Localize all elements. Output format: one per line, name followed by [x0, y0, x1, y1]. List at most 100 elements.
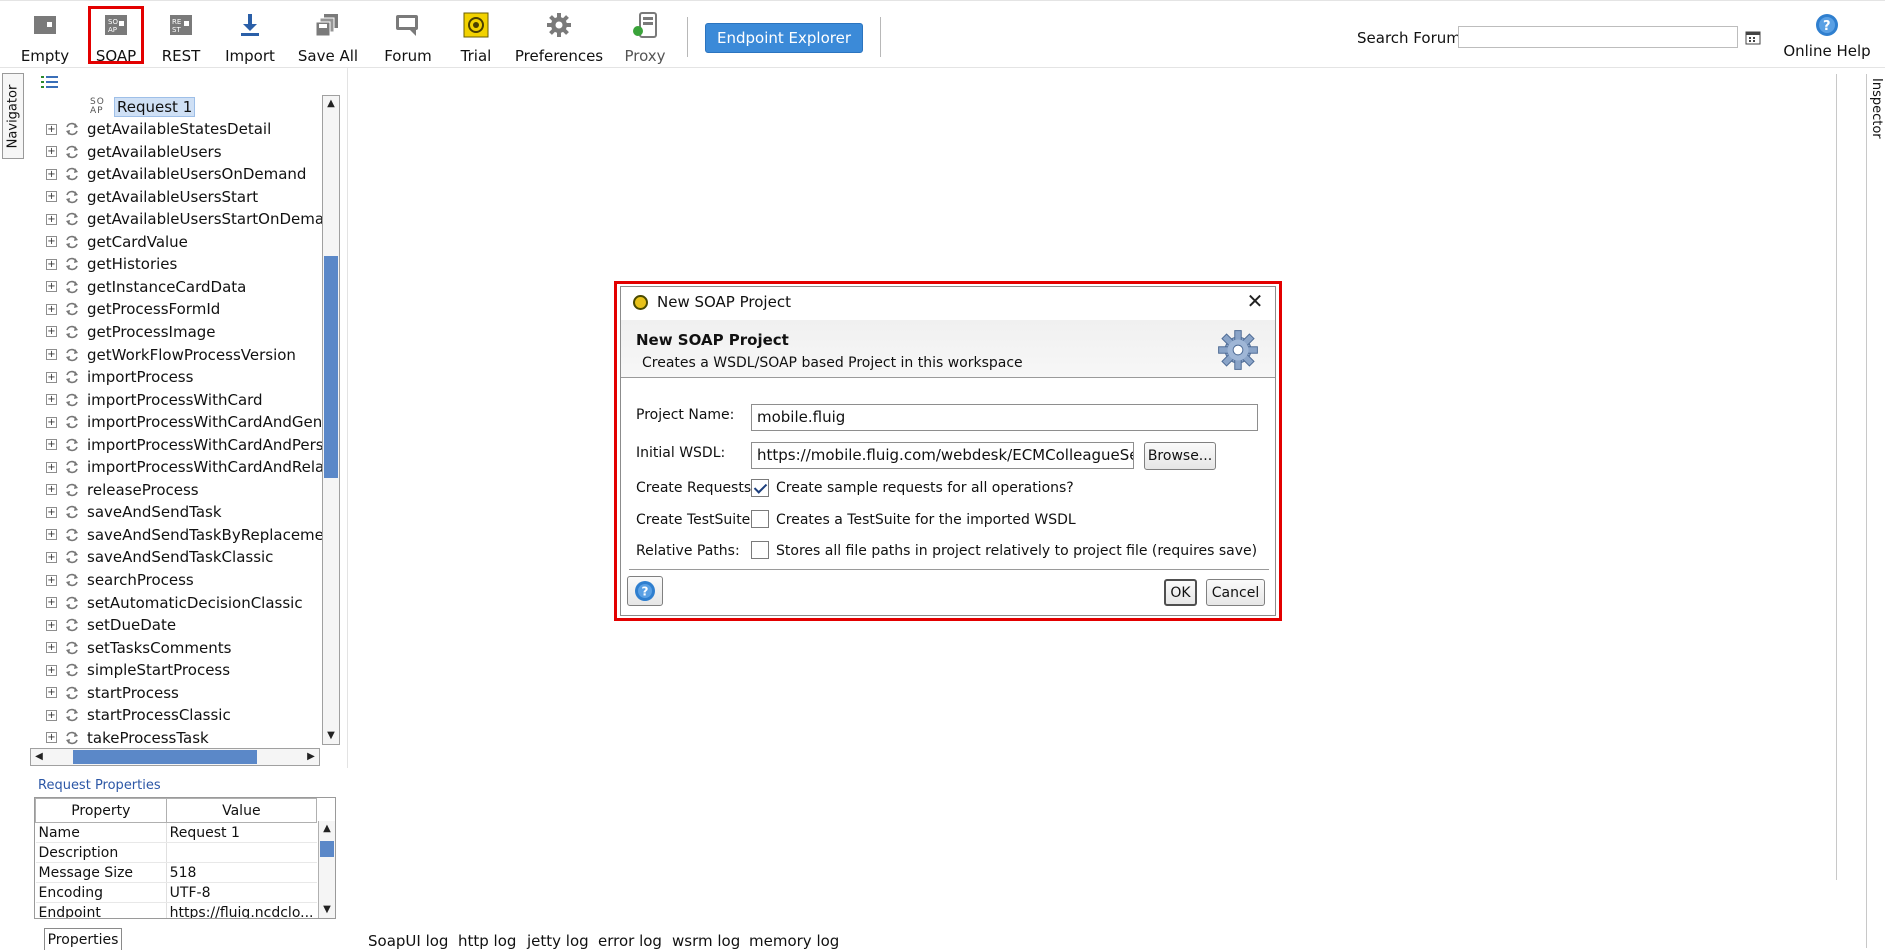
tree-operation-row[interactable]: + startProcessClassic — [30, 704, 231, 726]
expand-icon[interactable]: + — [46, 303, 57, 315]
tree-operation-row[interactable]: + getAvailableUsersStartOnDemand — [30, 208, 322, 230]
tree-operation-row[interactable]: + getAvailableStatesDetail — [30, 118, 271, 140]
tree-operation-row[interactable]: + importProcessWithCardAndGenera — [30, 411, 322, 433]
tree-operation-row[interactable]: + getAvailableUsersOnDemand — [30, 163, 306, 185]
expand-icon[interactable]: + — [46, 574, 57, 586]
scroll-right-icon[interactable]: ▶ — [303, 749, 319, 765]
expand-icon[interactable]: + — [46, 529, 57, 541]
property-row[interactable]: Encoding UTF-8 — [35, 882, 317, 903]
expand-icon[interactable]: + — [46, 168, 57, 180]
tree-operation-row[interactable]: + getProcessImage — [30, 321, 216, 343]
expand-icon[interactable]: + — [46, 484, 57, 496]
tree-operation-row[interactable]: + importProcessWithCardAndPersiste — [30, 434, 322, 456]
scroll-down-icon[interactable]: ▼ — [319, 902, 335, 918]
scrollbar-thumb[interactable] — [73, 750, 257, 764]
scrollbar-thumb[interactable] — [320, 841, 334, 857]
expand-icon[interactable]: + — [46, 349, 57, 360]
property-row[interactable]: Message Size 518 — [35, 862, 317, 883]
tree-operation-row[interactable]: + saveAndSendTaskByReplacement — [30, 524, 322, 546]
tree-operation-row[interactable]: + setAutomaticDecisionClassic — [30, 592, 303, 614]
project-name-field[interactable]: mobile.fluig — [751, 404, 1258, 431]
property-value[interactable] — [166, 842, 317, 863]
forum-button[interactable]: Forum — [382, 7, 434, 65]
property-value[interactable]: 518 — [166, 862, 317, 883]
scroll-left-icon[interactable]: ◀ — [31, 749, 47, 765]
expand-icon[interactable]: + — [46, 664, 57, 676]
property-value[interactable]: Request 1 — [166, 822, 317, 843]
tree-horizontal-scrollbar[interactable]: ◀ ▶ — [30, 748, 320, 766]
log-tab-soapui[interactable]: SoapUI log — [368, 932, 448, 950]
column-header-property[interactable]: Property — [35, 798, 167, 823]
expand-icon[interactable]: + — [46, 551, 57, 563]
create-testsuite-checkbox[interactable] — [751, 510, 769, 528]
import-button[interactable]: Import — [222, 7, 278, 65]
expand-icon[interactable]: + — [46, 123, 57, 135]
trial-button[interactable]: Trial — [456, 7, 496, 65]
expand-icon[interactable]: + — [46, 709, 57, 721]
rest-button[interactable]: RE ST REST — [155, 7, 207, 65]
expand-icon[interactable]: + — [46, 371, 57, 383]
properties-tab[interactable]: Properties — [44, 928, 122, 950]
tree-operation-row[interactable]: + takeProcessTask — [30, 727, 209, 745]
property-row[interactable]: Endpoint https://fluig.ncdclo... — [35, 902, 317, 918]
create-requests-checkbox[interactable] — [751, 479, 769, 497]
navigator-tab[interactable]: Navigator — [2, 73, 24, 159]
tree-operation-row[interactable]: + importProcess — [30, 366, 193, 388]
expand-icon[interactable]: + — [46, 461, 57, 473]
search-go-icon[interactable] — [1745, 30, 1761, 45]
tree-operation-row[interactable]: + simpleStartProcess — [30, 659, 230, 681]
endpoint-explorer-button[interactable]: Endpoint Explorer — [705, 23, 863, 53]
tree-request-row[interactable]: SO AP Request 1 — [90, 97, 196, 117]
expand-icon[interactable]: + — [46, 326, 57, 338]
preferences-button[interactable]: Preferences — [515, 7, 603, 65]
column-header-value[interactable]: Value — [165, 798, 318, 823]
log-tab-http[interactable]: http log — [458, 932, 516, 950]
tree-operation-row[interactable]: + startProcess — [30, 682, 179, 704]
log-tab-memory[interactable]: memory log — [749, 932, 839, 950]
cancel-button[interactable]: Cancel — [1206, 579, 1265, 606]
save-all-button[interactable]: Save All — [297, 7, 359, 65]
tree-operation-row[interactable]: + getHistories — [30, 253, 177, 275]
expand-icon[interactable]: + — [46, 146, 57, 158]
log-tab-error[interactable]: error log — [598, 932, 662, 950]
expand-icon[interactable]: + — [46, 506, 57, 518]
log-tab-jetty[interactable]: jetty log — [527, 932, 589, 950]
property-row[interactable]: Name Request 1 — [35, 822, 317, 843]
dialog-help-button[interactable]: ? — [627, 576, 663, 606]
expand-icon[interactable]: + — [46, 394, 57, 406]
browse-button[interactable]: Browse... — [1144, 442, 1216, 470]
empty-button[interactable]: Empty — [20, 7, 70, 65]
tree-operation-row[interactable]: + getInstanceCardData — [30, 276, 246, 298]
expand-icon[interactable]: + — [46, 191, 57, 203]
initial-wsdl-field[interactable]: https://mobile.fluig.com/webdesk/ECMColl… — [751, 442, 1134, 469]
tree-operation-row[interactable]: + setDueDate — [30, 614, 176, 636]
property-value[interactable]: https://fluig.ncdclo... — [166, 902, 317, 918]
expand-icon[interactable]: + — [46, 732, 57, 744]
expand-icon[interactable]: + — [46, 642, 57, 654]
tree-operation-row[interactable]: + importProcessWithCard — [30, 389, 263, 411]
expand-icon[interactable]: + — [46, 597, 57, 609]
expand-icon[interactable]: + — [46, 619, 57, 631]
expand-icon[interactable]: + — [46, 687, 57, 699]
tree-operation-row[interactable]: + getProcessFormId — [30, 298, 220, 320]
tree-operation-row[interactable]: + importProcessWithCardAndRelated — [30, 456, 322, 478]
expand-icon[interactable]: + — [46, 236, 57, 248]
tree-operation-row[interactable]: + getAvailableUsers — [30, 141, 222, 163]
tree-operation-row[interactable]: + releaseProcess — [30, 479, 199, 501]
property-value[interactable]: UTF-8 — [166, 882, 317, 903]
tree-operation-row[interactable]: + getWorkFlowProcessVersion — [30, 344, 296, 366]
property-row[interactable]: Description — [35, 842, 317, 863]
ok-button[interactable]: OK — [1164, 579, 1197, 606]
tree-operation-row[interactable]: + searchProcess — [30, 569, 194, 591]
proxy-button[interactable]: Proxy — [620, 7, 670, 65]
tree-operation-row[interactable]: + saveAndSendTaskClassic — [30, 546, 273, 568]
properties-vertical-scrollbar[interactable]: ▲ ▼ — [318, 821, 335, 918]
expand-icon[interactable]: + — [46, 258, 57, 270]
tree-operation-row[interactable]: + getAvailableUsersStart — [30, 186, 258, 208]
search-forum-input[interactable] — [1458, 26, 1738, 48]
navigator-divider[interactable] — [347, 68, 348, 768]
tree-operation-row[interactable]: + getCardValue — [30, 231, 188, 253]
inspector-tab[interactable]: Inspector — [1868, 78, 1885, 148]
tree-vertical-scrollbar[interactable]: ▲ ▼ — [322, 95, 340, 745]
scroll-up-icon[interactable]: ▲ — [323, 96, 339, 112]
